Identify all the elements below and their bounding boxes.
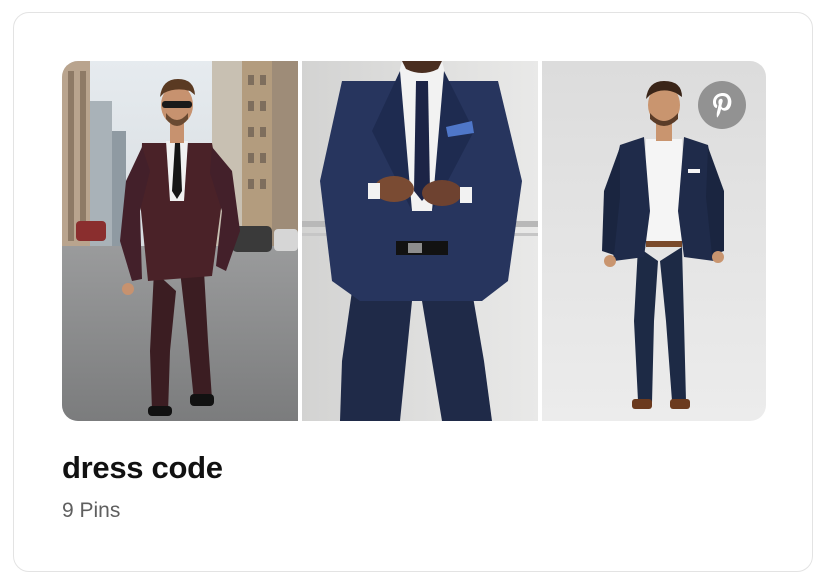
- board-title[interactable]: dress code: [62, 450, 223, 486]
- man-in-burgundy-suit-on-street-image: [62, 61, 298, 421]
- pinterest-logo-icon: [698, 81, 746, 129]
- board-cover-collage[interactable]: [62, 61, 766, 421]
- pin-count: 9 Pins: [62, 499, 121, 522]
- man-in-navy-suit-buttoning-jacket-image: [302, 61, 538, 421]
